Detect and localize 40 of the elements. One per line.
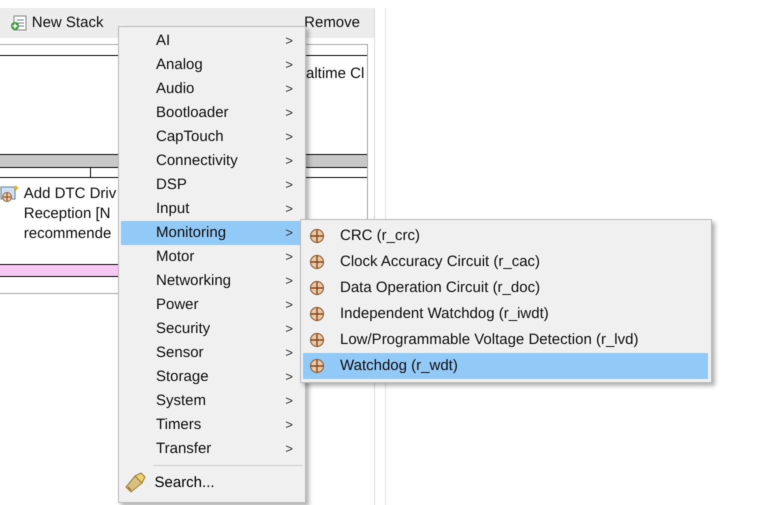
search-menu-item[interactable]: Search...: [121, 470, 303, 496]
menu-item[interactable]: CRC (r_crc): [303, 223, 708, 249]
menu-item[interactable]: Independent Watchdog (r_iwdt): [303, 301, 708, 327]
menu-item[interactable]: Bootloader >: [121, 101, 303, 125]
menu-item[interactable]: Low/Programmable Voltage Detection (r_lvd): [303, 327, 708, 353]
remove-button[interactable]: Remove: [302, 12, 362, 34]
flashlight-icon: [123, 472, 147, 494]
description-text: Reception [N: [24, 204, 112, 224]
crosshair-icon: [309, 228, 325, 244]
menu-item[interactable]: Clock Accuracy Circuit (r_cac): [303, 249, 708, 275]
menu-item[interactable]: Transfer >: [121, 437, 303, 461]
menu-item[interactable]: Data Operation Circuit (r_doc): [303, 275, 708, 301]
crosshair-icon: [309, 332, 325, 348]
menu-item[interactable]: DSP >: [121, 173, 303, 197]
crosshair-icon: [309, 306, 325, 322]
component-label: altime Cl: [306, 65, 364, 82]
component-icon: [0, 184, 20, 204]
menu-item[interactable]: Sensor >: [121, 341, 303, 365]
menu-item[interactable]: Timers >: [121, 413, 303, 437]
menu-item[interactable]: System >: [121, 389, 303, 413]
menu-item[interactable]: Networking >: [121, 269, 303, 293]
menu-item[interactable]: Watchdog (r_wdt): [303, 353, 708, 379]
menu-item[interactable]: AI >: [121, 29, 303, 53]
crosshair-icon: [309, 254, 325, 270]
menu-item[interactable]: Power >: [121, 293, 303, 317]
menu-item[interactable]: Monitoring >: [121, 221, 303, 245]
crosshair-icon: [309, 280, 325, 296]
crosshair-icon: [309, 358, 325, 374]
description-text: Add DTC Driv: [24, 184, 116, 204]
description-text: recommende: [24, 224, 112, 244]
menu-item[interactable]: Motor >: [121, 245, 303, 269]
new-document-icon: [10, 14, 28, 32]
menu-item[interactable]: Input >: [121, 197, 303, 221]
menu-item[interactable]: Connectivity >: [121, 149, 303, 173]
new-stack-button[interactable]: New Stack: [8, 12, 106, 34]
menu-item[interactable]: CapTouch >: [121, 125, 303, 149]
menu-item[interactable]: Storage >: [121, 365, 303, 389]
menu-item[interactable]: Analog >: [121, 53, 303, 77]
menu-item[interactable]: Security >: [121, 317, 303, 341]
menu-item[interactable]: Audio >: [121, 77, 303, 101]
